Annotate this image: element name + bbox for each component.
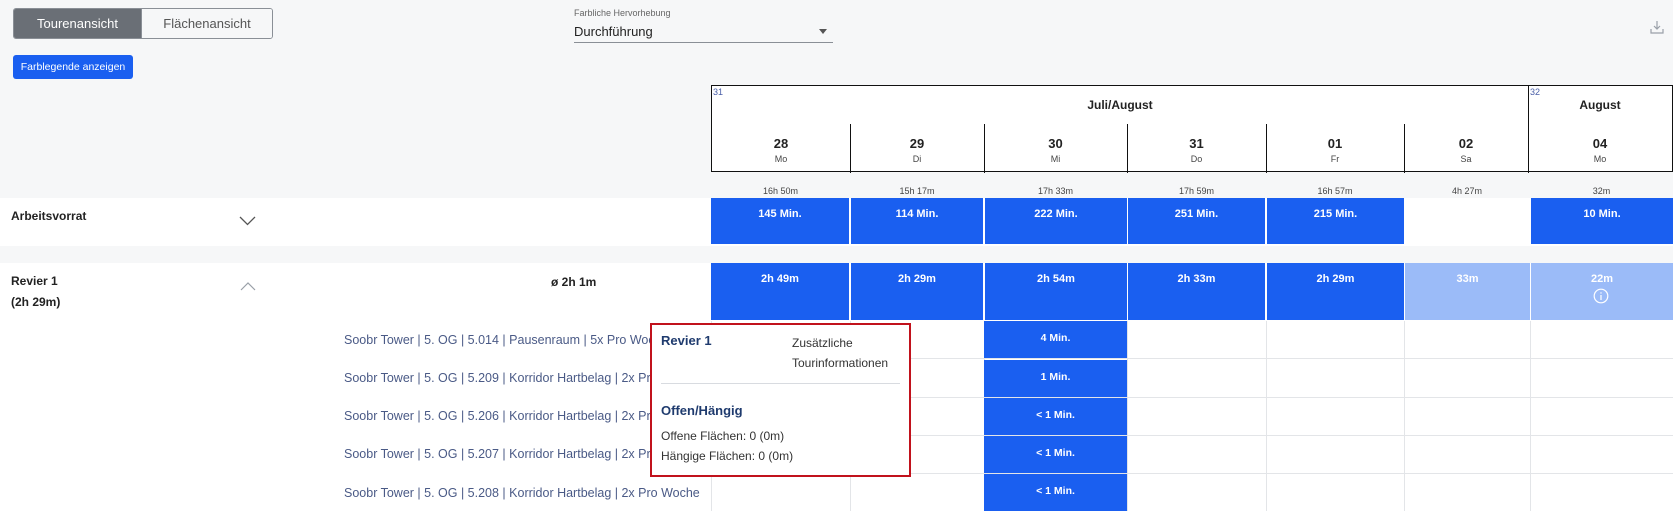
weekday: Mi	[1050, 154, 1061, 164]
area-duration-cell[interactable]: 4 Min.	[984, 321, 1127, 358]
day-total: 17h 33m	[1037, 186, 1074, 196]
info-icon[interactable]	[1593, 288, 1609, 304]
weekday: Mo	[774, 154, 788, 164]
day-header: 04 Mo	[1528, 124, 1672, 172]
arbeitsvorrat-title: Arbeitsvorrat	[11, 209, 87, 223]
tab-flaechenansicht[interactable]: Flächenansicht	[141, 9, 272, 38]
arbeitsvorrat-cell[interactable]: 10 Min.	[1531, 198, 1673, 244]
tour-info-popup: Revier 1 Zusätzliche Tourinformationen O…	[650, 323, 911, 477]
day-number: 29	[909, 136, 925, 151]
highlight-select-label: Farbliche Hervorhebung	[574, 8, 671, 18]
day-header: 31 Do	[1127, 124, 1266, 172]
day-number: 31	[1189, 136, 1204, 151]
day-total: 4h 27m	[1451, 186, 1483, 196]
popup-title: Revier 1	[661, 333, 712, 348]
revier-cell[interactable]: 2h 49m	[711, 263, 849, 320]
arbeitsvorrat-cell[interactable]	[1405, 198, 1530, 244]
grid-line	[1127, 321, 1128, 511]
arbeitsvorrat-cell[interactable]: 215 Min.	[1267, 198, 1404, 244]
popup-open-areas: Offene Flächen: 0 (0m)	[661, 429, 785, 443]
revier-title: Revier 1	[11, 274, 58, 288]
day-number: 30	[1048, 136, 1063, 151]
weekday: Sa	[1460, 154, 1472, 164]
area-label[interactable]: Soobr Tower | 5. OG | 5.206 | Korridor H…	[344, 409, 700, 423]
tab-tourenansicht[interactable]: Tourenansicht	[14, 9, 141, 38]
revier-cell[interactable]: 2h 29m	[851, 263, 983, 320]
day-header: 28 Mo	[712, 124, 850, 172]
day-header: 01 Fr	[1266, 124, 1404, 172]
day-number: 01	[1327, 136, 1343, 151]
week-number: 31	[713, 87, 724, 97]
grid-line	[1266, 321, 1267, 511]
weekday: Fr	[1330, 154, 1340, 164]
revier-cell[interactable]: 33m	[1405, 263, 1530, 320]
week-number: 32	[1530, 87, 1541, 97]
area-label[interactable]: Soobr Tower | 5. OG | 5.209 | Korridor H…	[344, 371, 700, 385]
day-total: 16h 57m	[1317, 186, 1353, 196]
area-duration-cell[interactable]: < 1 Min.	[984, 398, 1127, 435]
arbeitsvorrat-cell[interactable]: 251 Min.	[1128, 198, 1265, 244]
chevron-up-icon[interactable]	[240, 282, 256, 291]
day-header: 29 Di	[850, 124, 984, 172]
legend-button[interactable]: Farblegende anzeigen	[13, 55, 133, 79]
revier-cell[interactable]: 2h 33m	[1128, 263, 1265, 320]
day-total: 17h 59m	[1178, 186, 1215, 196]
day-total: 32m	[1592, 186, 1611, 196]
highlight-select[interactable]: Farbliche Hervorhebung Durchführung	[574, 8, 833, 43]
day-total: 15h 17m	[899, 186, 935, 196]
weekday: Di	[912, 154, 922, 164]
day-number: 04	[1592, 136, 1608, 151]
day-header: 02 Sa	[1404, 124, 1528, 172]
revier-cell[interactable]: 2h 29m	[1267, 263, 1404, 320]
day-number: 02	[1458, 136, 1474, 151]
revier-average: ø 2h 1m	[551, 275, 597, 289]
grid-line	[1530, 321, 1531, 511]
area-duration-cell[interactable]: 1 Min.	[984, 360, 1127, 397]
month-label: Juli/August	[1087, 98, 1153, 112]
popup-pending-areas: Hängige Flächen: 0 (0m)	[661, 449, 794, 463]
day-header: 30 Mi	[984, 124, 1127, 172]
grid-line	[1404, 321, 1405, 511]
chevron-down-icon[interactable]	[239, 216, 256, 226]
area-label[interactable]: Soobr Tower | 5. OG | 5.208 | Korridor H…	[344, 486, 700, 500]
highlight-select-value: Durchführung	[574, 24, 653, 39]
highlight-select-box[interactable]: Durchführung	[574, 21, 833, 43]
weekday: Do	[1190, 154, 1203, 164]
download-icon[interactable]	[1650, 20, 1664, 34]
area-duration-cell[interactable]: < 1 Min.	[984, 474, 1127, 511]
popup-info-link[interactable]: Zusätzliche Tourinformationen	[792, 333, 907, 373]
revier-cell[interactable]: 2h 54m	[985, 263, 1127, 320]
calendar-header: 31 32 Juli/August August 28 Mo 29 Di 30 Mi …	[711, 85, 1673, 173]
day-total: 16h 50m	[762, 186, 799, 196]
day-number: 28	[773, 136, 789, 151]
area-duration-cell[interactable]: < 1 Min.	[984, 436, 1127, 473]
area-label[interactable]: Soobr Tower | 5. OG | 5.207 | Korridor H…	[344, 447, 700, 461]
view-toggle: Tourenansicht Flächenansicht	[13, 8, 273, 39]
arbeitsvorrat-cell[interactable]: 222 Min.	[985, 198, 1127, 244]
arbeitsvorrat-cell[interactable]: 114 Min.	[851, 198, 983, 244]
popup-divider	[661, 383, 900, 384]
revier-subtitle: (2h 29m)	[11, 295, 61, 309]
month-label: August	[1579, 98, 1621, 112]
chevron-down-icon	[819, 29, 827, 34]
weekday: Mo	[1593, 154, 1607, 164]
popup-section-title: Offen/Hängig	[661, 403, 743, 418]
arbeitsvorrat-cell[interactable]: 145 Min.	[711, 198, 849, 244]
area-label[interactable]: Soobr Tower | 5. OG | 5.014 | Pausenraum…	[344, 333, 669, 347]
